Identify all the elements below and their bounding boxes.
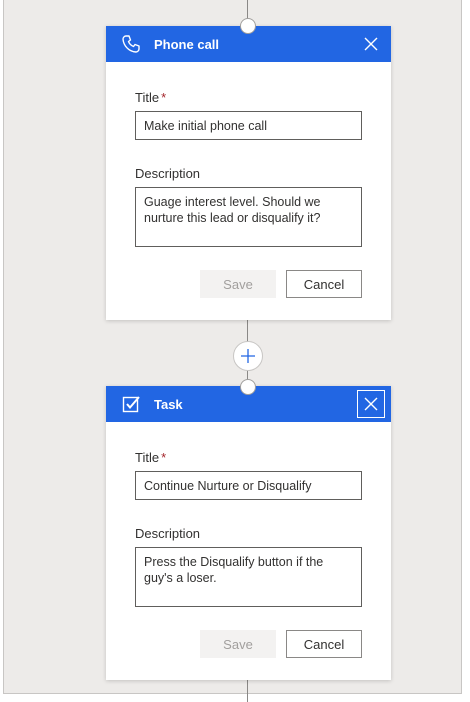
close-button[interactable] <box>357 30 385 58</box>
phone-call-form: Title * Make initial phone call Descripti… <box>106 62 391 320</box>
close-icon <box>364 397 378 411</box>
description-label: Description <box>135 166 201 181</box>
form-actions: Save Cancel <box>135 630 362 658</box>
title-label: Title * <box>135 90 167 105</box>
save-button[interactable]: Save <box>200 630 276 658</box>
task-form: Title * Continue Nurture or Disqualify De… <box>106 422 391 680</box>
card-title: Task <box>154 396 183 412</box>
phone-icon <box>120 33 142 55</box>
description-label: Description <box>135 526 201 541</box>
connector-node-top <box>240 18 256 34</box>
close-button[interactable] <box>357 390 385 418</box>
description-textarea[interactable]: Press the Disqualify button if the guy's… <box>135 547 362 607</box>
title-label: Title * <box>135 450 167 465</box>
connector-node-middle <box>240 379 256 395</box>
cancel-button[interactable]: Cancel <box>286 630 362 658</box>
title-input[interactable]: Make initial phone call <box>135 111 362 140</box>
checkbox-icon <box>120 393 142 415</box>
required-mark: * <box>161 450 167 465</box>
description-textarea[interactable]: Guage interest level. Should we nurture … <box>135 187 362 247</box>
connector-line-bottom <box>247 678 248 702</box>
add-step-button[interactable] <box>233 341 263 371</box>
cancel-button[interactable]: Cancel <box>286 270 362 298</box>
title-input[interactable]: Continue Nurture or Disqualify <box>135 471 362 500</box>
phone-call-card: Phone call Title * Make initial phone cal… <box>106 26 391 320</box>
plus-icon <box>241 349 255 363</box>
card-title: Phone call <box>154 36 220 52</box>
close-icon <box>364 37 378 51</box>
task-card: Task Title * Continue Nurture or Disquali… <box>106 386 391 680</box>
required-mark: * <box>161 90 167 105</box>
save-button[interactable]: Save <box>200 270 276 298</box>
form-actions: Save Cancel <box>135 270 362 298</box>
